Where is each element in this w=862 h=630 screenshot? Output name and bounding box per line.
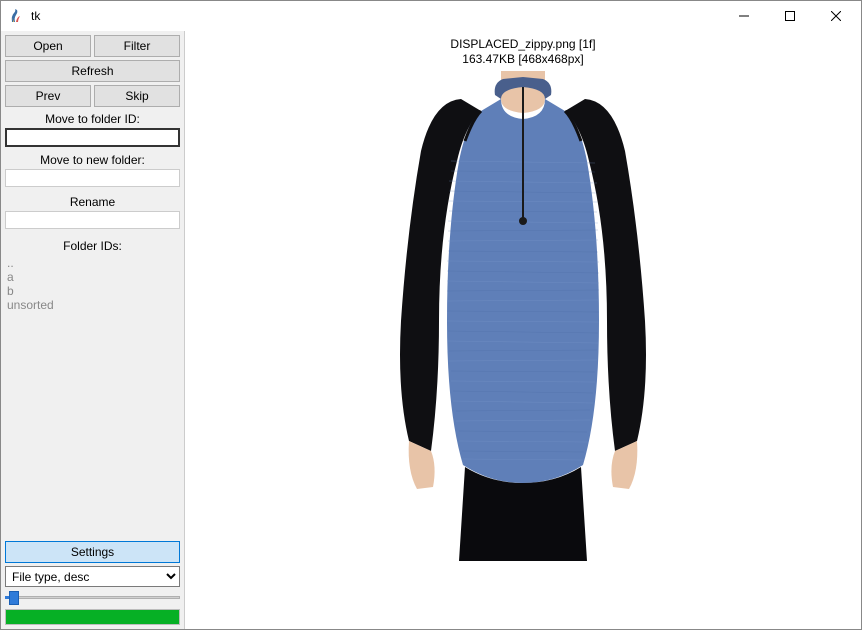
title-bar: tk <box>1 1 861 31</box>
zoom-slider[interactable] <box>5 590 180 606</box>
sidebar: Open Filter Refresh Prev Skip Move to fo… <box>1 31 185 629</box>
rename-label: Rename <box>5 193 180 211</box>
window-title: tk <box>31 9 40 23</box>
minimize-button[interactable] <box>721 1 767 31</box>
preview-image <box>373 71 673 561</box>
list-item[interactable]: unsorted <box>7 298 178 312</box>
image-info: DISPLACED_zippy.png [1f] 163.47KB [468x4… <box>185 31 861 67</box>
sort-select[interactable]: File type, desc <box>5 566 180 587</box>
image-filename: DISPLACED_zippy.png [1f] <box>185 37 861 52</box>
move-new-label: Move to new folder: <box>5 151 180 169</box>
image-dimensions: 163.47KB [468x468px] <box>185 52 861 67</box>
settings-button[interactable]: Settings <box>5 541 180 563</box>
move-new-input[interactable] <box>5 169 180 187</box>
list-item[interactable]: b <box>7 284 178 298</box>
app-icon <box>9 8 25 24</box>
progress-bar <box>5 609 180 625</box>
move-id-label: Move to folder ID: <box>5 110 180 128</box>
skip-button[interactable]: Skip <box>94 85 180 107</box>
rename-input[interactable] <box>5 211 180 229</box>
filter-button[interactable]: Filter <box>94 35 180 57</box>
folder-ids-label: Folder IDs: <box>5 237 180 255</box>
list-item[interactable]: a <box>7 270 178 284</box>
maximize-button[interactable] <box>767 1 813 31</box>
prev-button[interactable]: Prev <box>5 85 91 107</box>
open-button[interactable]: Open <box>5 35 91 57</box>
list-item[interactable]: .. <box>7 256 178 270</box>
refresh-button[interactable]: Refresh <box>5 60 180 82</box>
close-button[interactable] <box>813 1 859 31</box>
folder-list[interactable]: .. a b unsorted <box>5 255 180 541</box>
move-id-input[interactable] <box>5 128 180 147</box>
main-pane: DISPLACED_zippy.png [1f] 163.47KB [468x4… <box>185 31 861 629</box>
